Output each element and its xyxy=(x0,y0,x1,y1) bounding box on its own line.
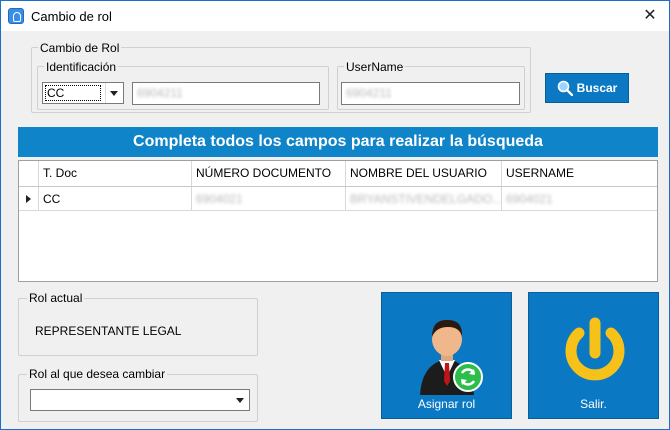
column-header-nombre[interactable]: NOMBRE DEL USUARIO xyxy=(346,161,502,186)
column-header-numero[interactable]: NÚMERO DOCUMENTO xyxy=(192,161,346,186)
buscar-button[interactable]: Buscar xyxy=(545,73,629,103)
chevron-down-icon xyxy=(110,91,118,96)
column-header-username[interactable]: USERNAME xyxy=(502,161,657,186)
username-input[interactable]: 6904211 xyxy=(341,82,520,105)
asignar-rol-label: Asignar rol xyxy=(417,397,476,411)
doc-type-separator xyxy=(105,83,106,103)
rol-cambiar-select[interactable] xyxy=(30,389,250,411)
banner-text: Completa todos los campos para realizar … xyxy=(133,133,543,150)
cell-nombre[interactable]: BRYANSTIVENDELGADO... xyxy=(346,187,502,210)
doc-type-select[interactable]: CC xyxy=(42,82,124,104)
username-legend: UserName xyxy=(344,60,406,74)
cell-tdoc[interactable]: CC xyxy=(39,187,192,210)
app-fingerprint-icon xyxy=(8,8,24,24)
cell-nombre-value: BRYANSTIVENDELGADO... xyxy=(350,192,502,206)
buscar-label: Buscar xyxy=(576,81,618,95)
magnifier-icon xyxy=(557,80,573,96)
cell-numero[interactable]: 6904021 xyxy=(192,187,346,210)
username-value: 6904211 xyxy=(346,86,392,100)
rol-actual-group: REPRESENTANTE LEGAL xyxy=(18,298,258,356)
asignar-rol-button[interactable]: Asignar rol xyxy=(381,292,512,419)
doc-number-value: 6904211 xyxy=(137,86,183,100)
results-grid[interactable]: T. Doc NÚMERO DOCUMENTO NOMBRE DEL USUAR… xyxy=(18,160,658,282)
cell-username[interactable]: 6904021 xyxy=(502,187,657,210)
row-header-corner xyxy=(19,161,39,186)
doc-number-input[interactable]: 6904211 xyxy=(132,82,320,105)
grid-header: T. Doc NÚMERO DOCUMENTO NOMBRE DEL USUAR… xyxy=(19,161,657,187)
rol-actual-value: REPRESENTANTE LEGAL xyxy=(35,324,182,338)
rol-cambiar-legend: Rol al que desea cambiar xyxy=(27,367,168,381)
cell-numero-value: 6904021 xyxy=(196,192,243,206)
column-header-tdoc[interactable]: T. Doc xyxy=(39,161,192,186)
cell-username-value: 6904021 xyxy=(506,192,553,206)
instruction-banner: Completa todos los campos para realizar … xyxy=(18,127,658,157)
row-selector[interactable] xyxy=(19,187,39,210)
identificacion-legend: Identificación xyxy=(44,60,119,74)
window-title: Cambio de rol xyxy=(31,9,112,24)
close-button[interactable]: ✕ xyxy=(639,6,661,26)
table-row[interactable]: CC 6904021 BRYANSTIVENDELGADO... 6904021 xyxy=(19,187,657,211)
current-row-arrow-icon xyxy=(26,195,31,203)
doc-type-value: CC xyxy=(47,86,65,100)
salir-label: Salir. xyxy=(580,397,607,411)
cambio-de-rol-legend: Cambio de Rol xyxy=(38,41,122,55)
salir-button[interactable]: Salir. xyxy=(528,292,659,419)
chevron-down-icon xyxy=(236,398,244,403)
dialog-window: Cambio de rol ✕ Cambio de Rol Identifica… xyxy=(0,0,670,430)
rol-actual-legend: Rol actual xyxy=(27,291,85,305)
title-bar: Cambio de rol ✕ xyxy=(1,1,669,31)
